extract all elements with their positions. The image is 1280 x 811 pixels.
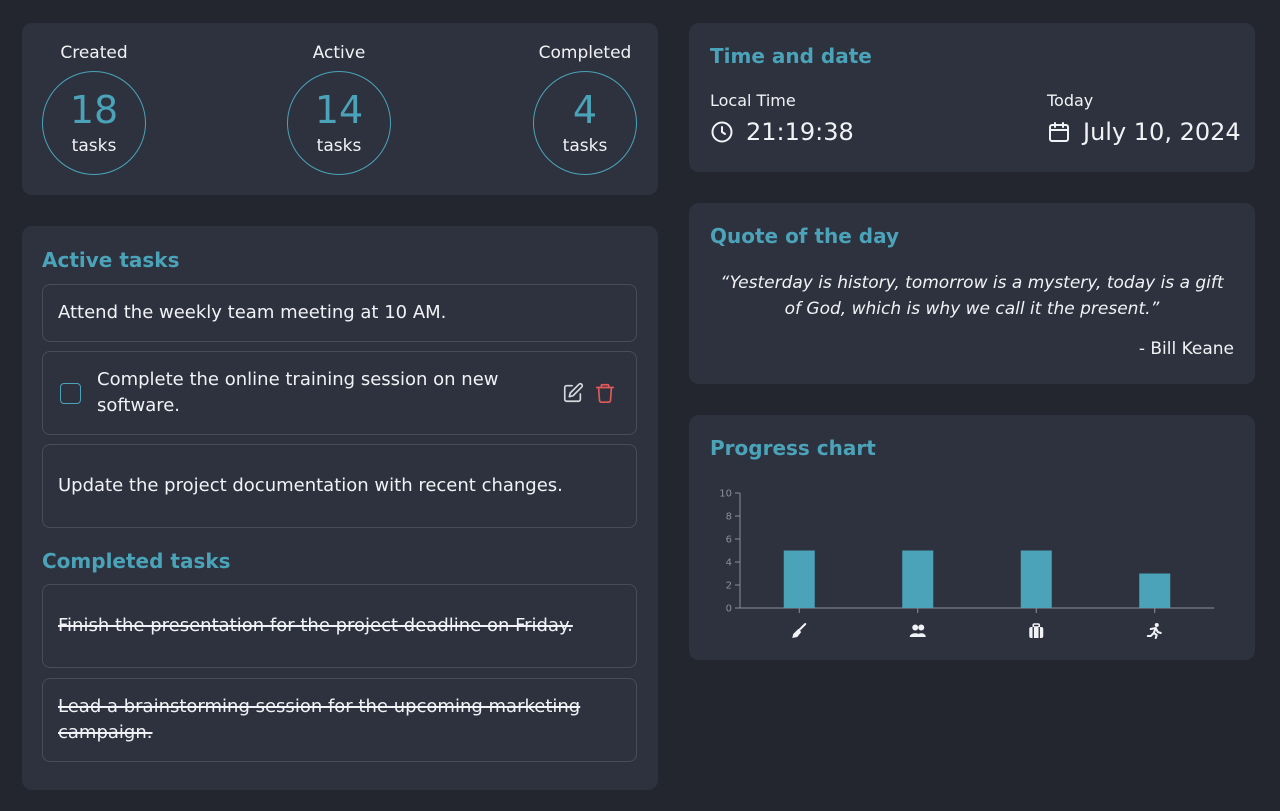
quote-author: - Bill Keane (1138, 339, 1234, 359)
edit-icon[interactable] (562, 382, 584, 404)
y-tick-label: 8 (726, 512, 732, 523)
completed-task-item[interactable]: Finish the presentation for the project … (42, 584, 637, 668)
y-tick-label: 10 (719, 489, 732, 500)
calendar-icon (1049, 122, 1069, 142)
active-tasks-title: Active tasks (42, 248, 180, 272)
stat-circle: 18 tasks (42, 71, 146, 175)
today-value: July 10, 2024 (1083, 118, 1241, 146)
task-checkbox[interactable] (60, 382, 81, 404)
stat-circle: 4 tasks (533, 71, 637, 175)
bar (902, 550, 934, 608)
today-label: Today (1047, 91, 1094, 110)
y-tick-label: 6 (726, 535, 732, 546)
broom-icon (792, 623, 807, 638)
task-item[interactable]: Attend the weekly team meeting at 10 AM. (42, 284, 637, 342)
local-time-label: Local Time (710, 91, 796, 110)
stat-completed: Completed 4 tasks (530, 41, 640, 175)
completed-task-item[interactable]: Lead a brainstorming session for the upc… (42, 678, 637, 762)
task-text: Lead a brainstorming session for the upc… (58, 696, 581, 743)
clock-icon (711, 121, 733, 143)
task-text: Update the project documentation with re… (58, 475, 563, 496)
task-item-hovered[interactable]: Complete the online training session on … (42, 351, 637, 435)
local-time: 21:19:38 (710, 118, 854, 146)
local-time-value: 21:19:38 (746, 118, 854, 146)
stat-value: 4 (572, 88, 598, 132)
task-item[interactable]: Update the project documentation with re… (42, 444, 637, 528)
tasks-card: Active tasks Attend the weekly team meet… (22, 226, 658, 790)
stat-unit: tasks (316, 136, 362, 156)
time-date-title: Time and date (710, 44, 872, 68)
stat-created: Created 18 tasks (39, 41, 149, 175)
stat-label: Created (60, 43, 128, 63)
stat-value: 14 (314, 88, 364, 132)
bar (783, 550, 815, 608)
task-text: Attend the weekly team meeting at 10 AM. (58, 302, 447, 323)
stat-label: Completed (538, 43, 632, 63)
quote-title: Quote of the day (710, 224, 900, 248)
briefcase-icon (1029, 623, 1044, 638)
quote-text: “Yesterday is history, tomorrow is a mys… (720, 273, 1224, 319)
y-tick-label: 0 (726, 604, 732, 615)
people-icon (909, 624, 926, 637)
stat-unit: tasks (562, 136, 608, 156)
stat-value: 18 (69, 88, 119, 132)
progress-chart: 0 2 4 6 8 10 (719, 489, 1214, 639)
completed-tasks-title: Completed tasks (42, 549, 231, 573)
stat-unit: tasks (71, 136, 117, 156)
stat-active: Active 14 tasks (284, 41, 394, 175)
task-text: Finish the presentation for the project … (58, 615, 573, 636)
trash-icon[interactable] (594, 382, 616, 404)
task-text: Complete the online training session on … (97, 369, 499, 416)
bar (1139, 573, 1171, 608)
progress-chart-card: Progress chart 0 2 4 6 8 10 (689, 415, 1255, 660)
running-icon (1146, 623, 1162, 639)
quote-card: Quote of the day “Yesterday is history, … (689, 203, 1255, 384)
stat-circle: 14 tasks (287, 71, 391, 175)
time-date-card: Time and date Local Time 21:19:38 Today … (689, 23, 1255, 172)
task-stats-card: Created 18 tasks Active 14 tasks Complet… (22, 23, 658, 195)
bar (1020, 550, 1052, 608)
stat-label: Active (312, 43, 366, 63)
y-tick-label: 2 (726, 581, 732, 592)
today-date: July 10, 2024 (1047, 118, 1241, 146)
y-tick-label: 4 (726, 558, 732, 569)
